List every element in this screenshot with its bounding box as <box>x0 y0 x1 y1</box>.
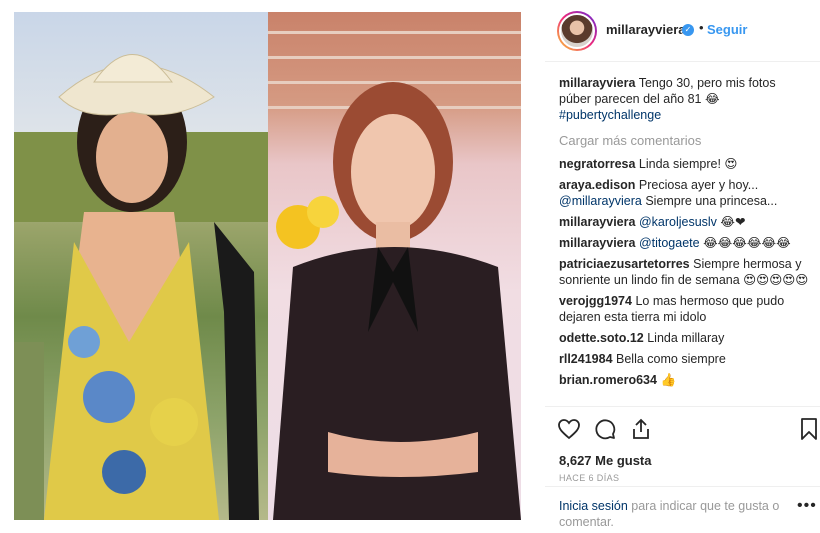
comment-text: Linda millaray <box>647 331 725 345</box>
comment-mention[interactable]: @millarayviera <box>559 194 642 208</box>
comment-text: Bella como siempre <box>616 352 726 366</box>
comment-username[interactable]: millarayviera <box>559 236 635 250</box>
caption-username[interactable]: millarayviera <box>559 76 635 90</box>
comment-username[interactable]: millarayviera <box>559 215 635 229</box>
comment-username[interactable]: verojgg1974 <box>559 294 632 308</box>
heart-icon[interactable] <box>557 417 581 441</box>
list-item: negratorresa Linda siempre! 😍 <box>559 156 809 172</box>
list-item: brian.romero634 👍 <box>559 372 809 388</box>
comment-text: 👍 <box>660 373 677 387</box>
likes-count[interactable]: 8,627 Me gusta <box>559 453 652 468</box>
comment-username[interactable]: brian.romero634 <box>559 373 657 387</box>
comment-text: 😂❤ <box>720 215 746 229</box>
photo-childhood <box>14 12 268 520</box>
post-timestamp: HACE 6 DÍAS <box>559 473 620 483</box>
comment-mention[interactable]: @titogaete <box>639 236 700 250</box>
post-header: millarayviera ✓ • Seguir <box>545 0 820 62</box>
login-link[interactable]: Inicia sesión <box>559 499 628 513</box>
list-item: patriciaezusartetorres Siempre hermosa y… <box>559 256 809 288</box>
list-item: araya.edison Preciosa ayer y hoy... @mil… <box>559 177 809 209</box>
photo-current <box>268 12 521 520</box>
comment-mention[interactable]: @karoljesuslv <box>639 215 717 229</box>
comment-text: 😂😂😂😂😂😂 <box>703 236 791 250</box>
list-item: rll241984 Bella como siempre <box>559 351 809 367</box>
more-options-icon[interactable]: ••• <box>797 497 817 515</box>
comment-text: Linda siempre! 😍 <box>638 157 738 171</box>
caption: millarayviera Tengo 30, pero mis fotos p… <box>559 75 809 123</box>
comments-list: millarayviera Tengo 30, pero mis fotos p… <box>559 75 809 393</box>
list-item: verojgg1974 Lo mas hermoso que pudo deja… <box>559 293 809 325</box>
login-prompt-text: Inicia sesión para indicar que te gusta … <box>559 498 784 530</box>
comment-username[interactable]: patriciaezusartetorres <box>559 257 690 271</box>
post-sidebar: millarayviera ✓ • Seguir millarayviera T… <box>545 0 820 533</box>
caption-hashtag[interactable]: #pubertychallenge <box>559 108 661 122</box>
load-more-comments-button[interactable]: Cargar más comentarios <box>559 133 809 148</box>
post-media[interactable] <box>14 12 521 520</box>
instagram-post: millarayviera ✓ • Seguir millarayviera T… <box>0 0 820 533</box>
comment-text: Preciosa ayer y hoy... <box>638 178 759 192</box>
comment-text: Siempre una princesa... <box>645 194 778 208</box>
comment-icon[interactable] <box>593 417 617 441</box>
follow-button[interactable]: Seguir <box>707 22 747 37</box>
bookmark-icon[interactable] <box>797 417 820 441</box>
comment-username[interactable]: negratorresa <box>559 157 635 171</box>
share-icon[interactable] <box>629 417 653 441</box>
comment-username[interactable]: araya.edison <box>559 178 635 192</box>
comment-username[interactable]: odette.soto.12 <box>559 331 644 345</box>
list-item: millarayviera @titogaete 😂😂😂😂😂😂 <box>559 235 809 251</box>
avatar[interactable] <box>557 11 597 51</box>
list-item: odette.soto.12 Linda millaray <box>559 330 809 346</box>
header-username[interactable]: millarayviera <box>606 22 686 37</box>
verified-icon: ✓ <box>682 24 694 36</box>
separator-dot: • <box>699 20 704 35</box>
list-item: millarayviera @karoljesuslv 😂❤ <box>559 214 809 230</box>
comment-username[interactable]: rll241984 <box>559 352 613 366</box>
login-prompt: Inicia sesión para indicar que te gusta … <box>545 486 820 533</box>
